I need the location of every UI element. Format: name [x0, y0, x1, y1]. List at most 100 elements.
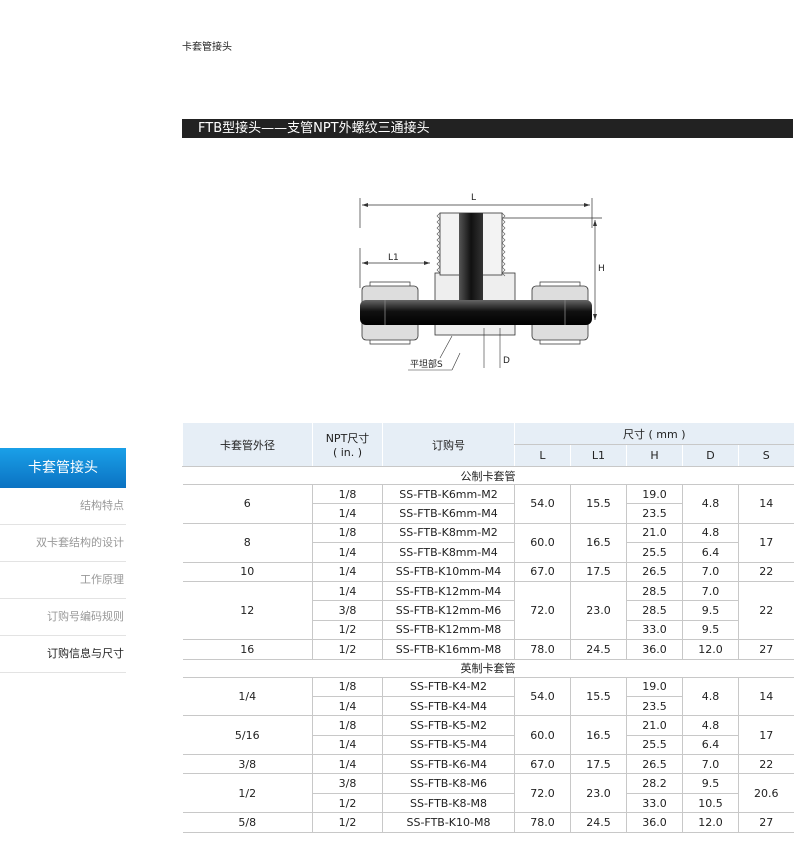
- cell-npt: 1/2: [312, 620, 383, 641]
- header-npt: NPT尺寸 ( in. ): [312, 423, 383, 467]
- sidebar-item-ordering-rules[interactable]: 订购号编码规则: [0, 599, 126, 636]
- table-row: 1/4 1/8 SS-FTB-K4-M2 54.0 15.5 19.0 4.8 14: [182, 677, 794, 717]
- header-D: D: [682, 444, 739, 467]
- cell-od: 5/8: [182, 812, 313, 833]
- cell-D: 4.8: [682, 484, 739, 524]
- header-L: L: [514, 444, 571, 467]
- cell-H: 33.0: [626, 620, 683, 641]
- cell-order: SS-FTB-K10-M8: [382, 812, 515, 833]
- cell-S: 20.6: [737, 773, 794, 814]
- cell-order: SS-FTB-K4-M2: [382, 677, 515, 697]
- cell-H: 26.5: [626, 754, 683, 775]
- cell-H: 19.0: [626, 677, 683, 697]
- cell-od: 16: [182, 639, 313, 660]
- cell-L: 78.0: [514, 639, 571, 660]
- cell-L: 67.0: [514, 562, 571, 582]
- table-row: 5/16 1/8 SS-FTB-K5-M2 60.0 16.5 21.0 4.8 17: [182, 715, 794, 756]
- cell-od: 10: [182, 562, 313, 582]
- cell-od: 1/4: [182, 677, 313, 717]
- cell-H: 33.0: [626, 793, 683, 814]
- cell-D: 12.0: [682, 639, 739, 660]
- cell-npt: 3/8: [312, 773, 383, 794]
- cell-L: 72.0: [514, 773, 571, 814]
- cell-H: 21.0: [626, 715, 683, 736]
- sidebar-item-principle[interactable]: 工作原理: [0, 562, 126, 599]
- dim-S-label: 平坦部S: [410, 358, 443, 370]
- cell-order: SS-FTB-K5-M2: [382, 715, 515, 736]
- cell-order: SS-FTB-K12mm-M4: [382, 581, 515, 602]
- cell-L: 60.0: [514, 715, 571, 756]
- cell-H: 28.5: [626, 581, 683, 602]
- cell-npt: 1/4: [312, 754, 383, 775]
- cell-order: SS-FTB-K5-M4: [382, 735, 515, 756]
- cell-H: 36.0: [626, 812, 683, 833]
- cell-L: 60.0: [514, 523, 571, 563]
- sidebar-item-active[interactable]: 卡套管接头: [0, 448, 126, 488]
- cell-L: 54.0: [514, 677, 571, 717]
- sidebar-item-ordering-info[interactable]: 订购信息与尺寸: [0, 636, 126, 673]
- dim-L-label: L: [471, 193, 476, 203]
- cell-L1: 17.5: [570, 754, 627, 775]
- table-row: 5/8 1/2 SS-FTB-K10-M8 78.0 24.5 36.0 12.0 27: [182, 812, 794, 833]
- cell-L1: 23.0: [570, 581, 627, 641]
- cell-H: 36.0: [626, 639, 683, 660]
- table-row: 1/2 3/8 SS-FTB-K8-M6 72.0 23.0 28.2 9.5 20.6: [182, 773, 794, 814]
- cell-H: 19.0: [626, 484, 683, 505]
- section-title: 公制卡套管: [182, 466, 794, 485]
- cell-D: 4.8: [682, 677, 739, 717]
- cell-od: 6: [182, 484, 313, 524]
- cell-L1: 23.0: [570, 773, 627, 814]
- cell-S: 22: [737, 562, 794, 582]
- table-row: 3/8 1/4 SS-FTB-K6-M4 67.0 17.5 26.5 7.0 22: [182, 754, 794, 775]
- cell-npt: 1/4: [312, 581, 383, 602]
- section-row: 英制卡套管: [182, 659, 794, 678]
- cell-S: 22: [737, 754, 794, 775]
- fitting-diagram: L L1 H D 平坦部S: [359, 193, 605, 371]
- cell-H: 28.5: [626, 600, 683, 621]
- cell-D: 9.5: [682, 620, 739, 641]
- cell-L: 78.0: [514, 812, 571, 833]
- table-row: 10 1/4 SS-FTB-K10mm-M4 67.0 17.5 26.5 7.0 22: [182, 562, 794, 582]
- section-row: 公制卡套管: [182, 466, 794, 485]
- sidebar-item-structure[interactable]: 结构特点: [0, 488, 126, 525]
- table-row: 12 1/4 SS-FTB-K12mm-M4 72.0 23.0 28.5 7.0 22: [182, 581, 794, 641]
- cell-od: 1/2: [182, 773, 313, 814]
- cell-D: 7.0: [682, 562, 739, 582]
- cell-S: 17: [737, 523, 794, 563]
- table-row: 16 1/2 SS-FTB-K16mm-M8 78.0 24.5 36.0 12.0 27: [182, 639, 794, 660]
- cell-S: 27: [737, 812, 794, 833]
- cell-D: 10.5: [682, 793, 739, 814]
- cell-npt: 1/2: [312, 639, 383, 660]
- cell-npt: 1/4: [312, 696, 383, 717]
- cell-L: 72.0: [514, 581, 571, 641]
- cell-S: 22: [737, 581, 794, 641]
- section-title: 英制卡套管: [182, 659, 794, 678]
- cell-npt: 1/2: [312, 812, 383, 833]
- cell-od: 5/16: [182, 715, 313, 756]
- cell-npt: 3/8: [312, 600, 383, 621]
- cell-npt: 1/8: [312, 523, 383, 544]
- cell-order: SS-FTB-K12mm-M8: [382, 620, 515, 641]
- sidebar-item-double-ferrule[interactable]: 双卡套结构的设计: [0, 525, 126, 562]
- cell-L: 67.0: [514, 754, 571, 775]
- cell-order: SS-FTB-K6mm-M4: [382, 503, 515, 524]
- cell-H: 23.5: [626, 696, 683, 717]
- cell-od: 8: [182, 523, 313, 563]
- sidebar-nav: 卡套管接头 结构特点 双卡套结构的设计 工作原理 订购号编码规则 订购信息与尺寸: [0, 448, 126, 673]
- cell-D: 4.8: [682, 523, 739, 544]
- cell-npt: 1/2: [312, 793, 383, 814]
- header-npt-line2: ( in. ): [332, 446, 363, 459]
- cell-npt: 1/4: [312, 542, 383, 563]
- cell-npt: 1/4: [312, 735, 383, 756]
- cell-order: SS-FTB-K6-M4: [382, 754, 515, 775]
- cell-npt: 1/8: [312, 715, 383, 736]
- cell-order: SS-FTB-K8mm-M2: [382, 523, 515, 544]
- cell-order: SS-FTB-K16mm-M8: [382, 639, 515, 660]
- header-npt-line1: NPT尺寸: [325, 432, 370, 445]
- cell-H: 25.5: [626, 735, 683, 756]
- header-od: 卡套管外径: [182, 423, 313, 467]
- cell-npt: 1/4: [312, 503, 383, 524]
- cell-order: SS-FTB-K12mm-M6: [382, 600, 515, 621]
- cell-od: 3/8: [182, 754, 313, 775]
- cell-order: SS-FTB-K6mm-M2: [382, 484, 515, 505]
